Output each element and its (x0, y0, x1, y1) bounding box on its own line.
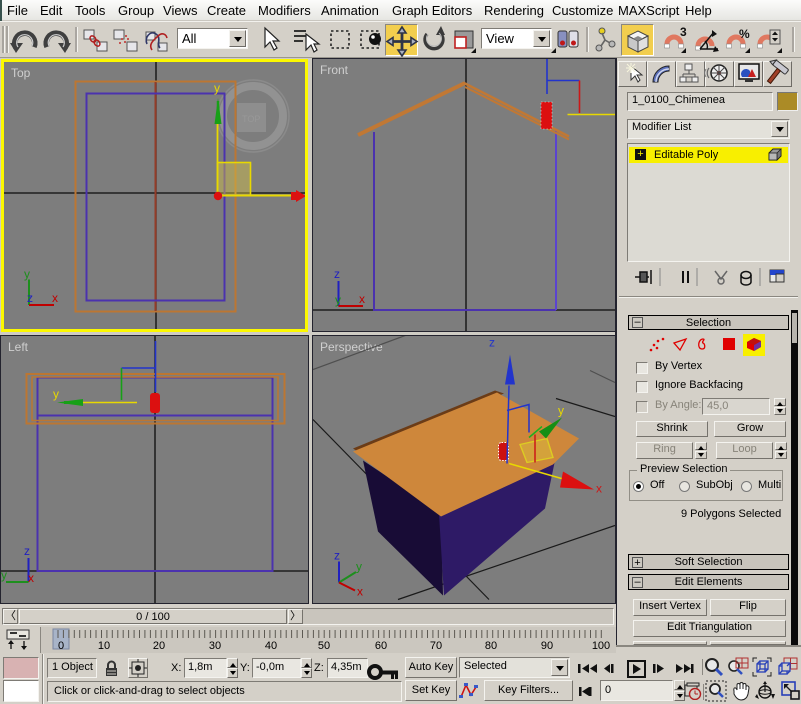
svg-text:40: 40 (265, 640, 277, 652)
svg-text:50: 50 (318, 640, 330, 652)
svg-text:0: 0 (58, 640, 64, 652)
svg-text:x: x (28, 571, 34, 585)
svg-text:y: y (335, 293, 341, 307)
svg-text:z: z (334, 549, 340, 563)
svg-text:70: 70 (430, 640, 442, 652)
svg-text:z: z (334, 267, 340, 281)
svg-text:z: z (27, 291, 33, 305)
svg-text:y: y (558, 404, 564, 418)
svg-text:x: x (359, 292, 365, 306)
svg-text:y: y (1, 568, 7, 582)
svg-text:y: y (24, 267, 30, 281)
svg-text:x: x (596, 482, 602, 496)
svg-text:y: y (356, 560, 362, 574)
svg-text:30: 30 (209, 640, 221, 652)
svg-text:90: 90 (541, 640, 553, 652)
svg-text:60: 60 (375, 640, 387, 652)
svg-text:x: x (52, 291, 58, 305)
svg-text:3: 3 (680, 25, 687, 39)
svg-text:100: 100 (592, 640, 610, 652)
svg-text:y: y (53, 387, 59, 401)
svg-text:z: z (24, 544, 30, 558)
svg-text:10: 10 (98, 640, 110, 652)
svg-text:TOP: TOP (242, 114, 260, 124)
svg-text:%: % (739, 27, 750, 41)
svg-text:80: 80 (485, 640, 497, 652)
svg-text:x: x (357, 585, 363, 599)
svg-text:20: 20 (153, 640, 165, 652)
svg-text:z: z (489, 336, 495, 350)
svg-text:y: y (214, 81, 220, 95)
